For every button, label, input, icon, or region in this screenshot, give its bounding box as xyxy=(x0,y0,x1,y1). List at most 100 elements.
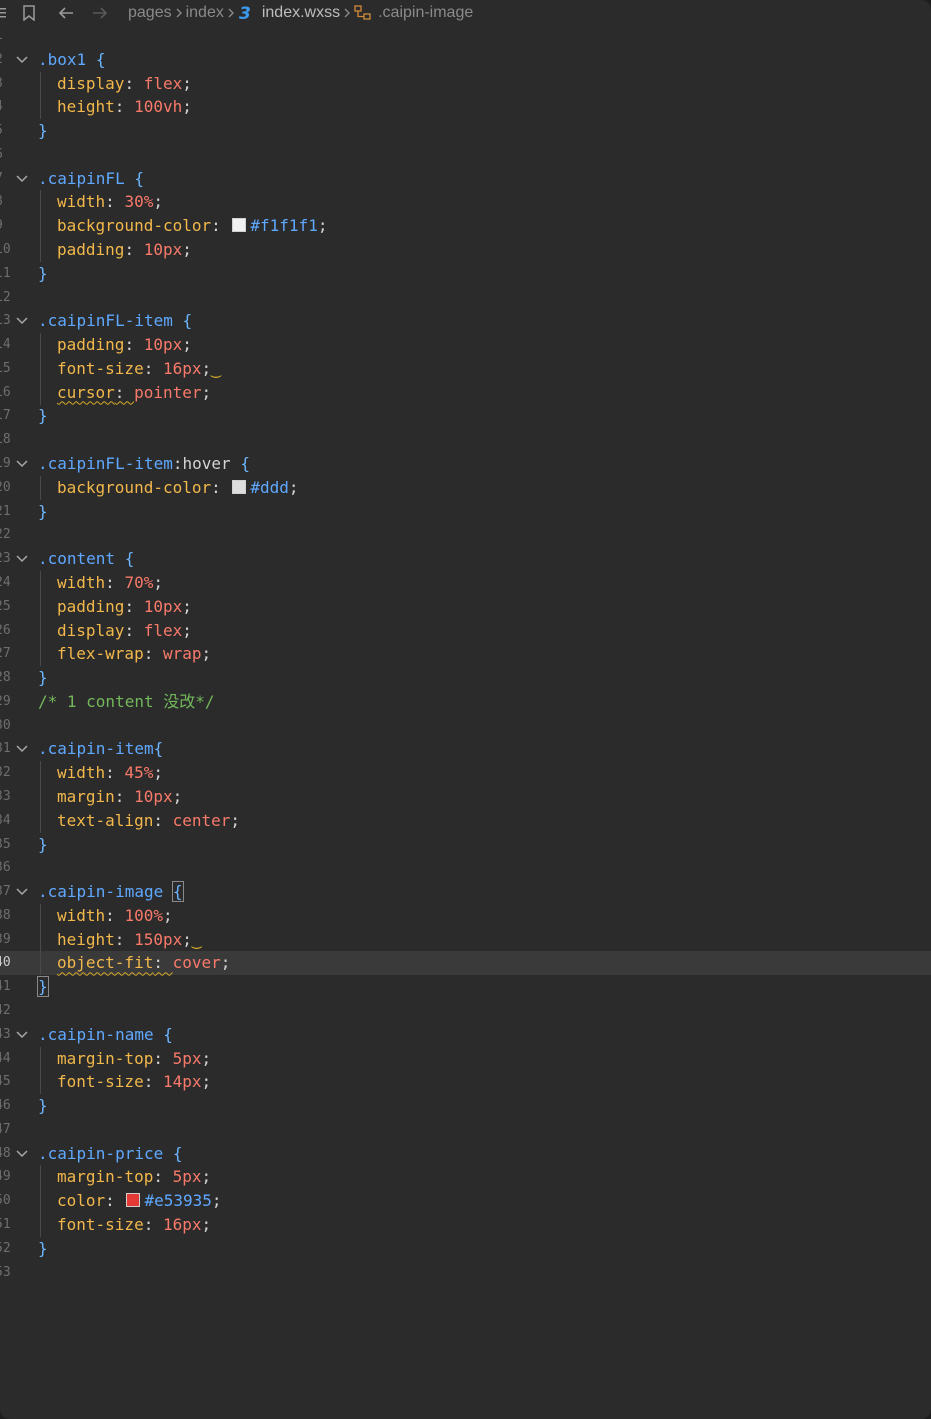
code-line[interactable]: 1 xyxy=(0,24,931,48)
code-text[interactable]: } xyxy=(38,404,48,428)
code-line[interactable]: 38 width: 100%; xyxy=(0,903,931,928)
color-swatch[interactable] xyxy=(232,218,247,233)
code-text[interactable]: flex-wrap: wrap; xyxy=(38,642,211,666)
code-text[interactable]: } xyxy=(38,500,48,524)
code-line[interactable]: 44 margin-top: 5px; xyxy=(0,1046,931,1071)
code-text[interactable]: display: flex; xyxy=(38,619,192,643)
code-line[interactable]: 37 .caipin-image { xyxy=(0,880,931,904)
code-line[interactable]: 19 .caipinFL-item:hover { xyxy=(0,452,931,476)
bookmark-icon[interactable] xyxy=(22,5,36,21)
code-line[interactable]: 50 color: #e53935; xyxy=(0,1189,931,1214)
chevron-down-icon[interactable] xyxy=(14,167,30,191)
chevron-down-icon[interactable] xyxy=(14,309,30,333)
chevron-down-icon[interactable] xyxy=(14,547,30,571)
chevron-down-icon[interactable] xyxy=(14,880,30,904)
code-line[interactable]: 46} xyxy=(0,1094,931,1118)
code-line[interactable]: 31 .caipin-item{ xyxy=(0,737,931,761)
code-text[interactable]: width: 100%; xyxy=(38,904,173,928)
code-line[interactable]: 52} xyxy=(0,1237,931,1261)
code-text[interactable]: background-color: #ddd; xyxy=(38,476,299,500)
code-text[interactable]: padding: 10px; xyxy=(38,333,192,357)
code-line[interactable]: 13 .caipinFL-item { xyxy=(0,309,931,333)
code-line[interactable]: 33 margin: 10px; xyxy=(0,784,931,809)
code-line[interactable]: 10 padding: 10px; xyxy=(0,238,931,263)
code-line[interactable]: 35} xyxy=(0,833,931,857)
code-line[interactable]: 7 .caipinFL { xyxy=(0,167,931,191)
code-text[interactable]: .content { xyxy=(38,547,134,571)
code-line[interactable]: 14 padding: 10px; xyxy=(0,333,931,358)
code-line[interactable]: 3 display: flex; xyxy=(0,71,931,96)
code-line[interactable]: 2 .box1 { xyxy=(0,48,931,72)
chevron-down-icon[interactable] xyxy=(14,48,30,72)
code-text[interactable]: height: 100vh; xyxy=(38,95,192,119)
code-line[interactable]: 27 flex-wrap: wrap; xyxy=(0,642,931,667)
code-line[interactable]: 51 font-size: 16px; xyxy=(0,1213,931,1237)
code-text[interactable]: background-color: #f1f1f1; xyxy=(38,214,327,238)
code-text[interactable]: .caipin-price { xyxy=(38,1142,183,1166)
code-text[interactable]: padding: 10px; xyxy=(38,595,192,619)
breadcrumb-file[interactable]: index.wxss xyxy=(262,4,340,22)
code-text[interactable]: } xyxy=(38,262,48,286)
code-text[interactable]: height: 150px;‿ xyxy=(38,928,202,952)
code-line[interactable]: 41} xyxy=(0,975,931,999)
code-line[interactable]: 25 padding: 10px; xyxy=(0,594,931,619)
code-line[interactable]: 29 /* 1 content 没改*/ xyxy=(0,690,931,714)
code-text[interactable]: font-size: 14px; xyxy=(38,1070,211,1094)
color-swatch[interactable] xyxy=(232,479,247,494)
code-line[interactable]: 32 width: 45%; xyxy=(0,761,931,786)
code-text[interactable]: .caipinFL { xyxy=(38,167,144,191)
code-line[interactable]: 47 xyxy=(0,1118,931,1142)
code-text[interactable]: color: #e53935; xyxy=(38,1189,222,1213)
code-line[interactable]: 39 height: 150px;‿ xyxy=(0,927,931,952)
color-swatch[interactable] xyxy=(126,1193,141,1208)
code-line[interactable]: 21} xyxy=(0,500,931,524)
code-line[interactable]: 22 xyxy=(0,523,931,547)
breadcrumb-symbol[interactable]: .caipin-image xyxy=(378,4,473,22)
code-line[interactable]: 40 object-fit: cover; xyxy=(0,951,931,976)
code-line[interactable]: 15 font-size: 16px;‿ xyxy=(0,356,931,381)
code-text[interactable]: } xyxy=(38,1094,48,1118)
breadcrumb-pages[interactable]: pages xyxy=(128,4,172,22)
chevron-down-icon[interactable] xyxy=(14,1023,30,1047)
code-text[interactable]: cursor: pointer; xyxy=(38,381,211,405)
code-text[interactable]: object-fit: cover; xyxy=(38,951,230,975)
code-line[interactable]: 5} xyxy=(0,119,931,143)
code-text[interactable]: margin-top: 5px; xyxy=(38,1047,211,1071)
code-line[interactable]: 24 width: 70%; xyxy=(0,570,931,595)
code-line[interactable]: 11} xyxy=(0,262,931,286)
code-line[interactable]: 53 xyxy=(0,1261,931,1285)
code-text[interactable]: } xyxy=(38,1237,48,1261)
code-text[interactable]: } xyxy=(37,975,49,999)
code-line[interactable]: 30 xyxy=(0,714,931,738)
chevron-down-icon[interactable] xyxy=(14,1142,30,1166)
menu-icon[interactable] xyxy=(0,6,8,20)
code-text[interactable]: } xyxy=(38,119,48,143)
code-line[interactable]: 43 .caipin-name { xyxy=(0,1023,931,1047)
code-text[interactable]: width: 70%; xyxy=(38,571,163,595)
code-line[interactable]: 48 .caipin-price { xyxy=(0,1142,931,1166)
code-line[interactable]: 9 background-color: #f1f1f1; xyxy=(0,214,931,239)
code-text[interactable]: width: 45%; xyxy=(38,761,163,785)
code-line[interactable]: 28} xyxy=(0,666,931,690)
chevron-down-icon[interactable] xyxy=(14,452,30,476)
code-text[interactable]: display: flex; xyxy=(38,72,192,96)
code-line[interactable]: 23 .content { xyxy=(0,547,931,571)
code-text[interactable]: .caipin-item{ xyxy=(38,737,163,761)
code-line[interactable]: 4 height: 100vh; xyxy=(0,95,931,120)
code-line[interactable]: 34 text-align: center; xyxy=(0,808,931,833)
code-text[interactable]: font-size: 16px; xyxy=(38,1213,211,1237)
code-line[interactable]: 6 xyxy=(0,143,931,167)
code-text[interactable]: .caipinFL-item:hover { xyxy=(38,452,250,476)
forward-arrow-icon[interactable] xyxy=(92,6,108,20)
code-text[interactable]: text-align: center; xyxy=(38,809,240,833)
code-text[interactable]: .caipin-name { xyxy=(38,1023,173,1047)
code-text[interactable]: margin: 10px; xyxy=(38,785,182,809)
code-line[interactable]: 17} xyxy=(0,404,931,428)
back-arrow-icon[interactable] xyxy=(58,6,74,20)
code-editor[interactable]: pages index 3 index.wxss .caipin-image 1… xyxy=(0,0,931,1419)
code-text[interactable]: margin-top: 5px; xyxy=(38,1165,211,1189)
code-text[interactable]: } xyxy=(38,666,48,690)
chevron-down-icon[interactable] xyxy=(14,737,30,761)
code-text[interactable]: width: 30%; xyxy=(38,190,163,214)
code-line[interactable]: 16 cursor: pointer; xyxy=(0,380,931,405)
